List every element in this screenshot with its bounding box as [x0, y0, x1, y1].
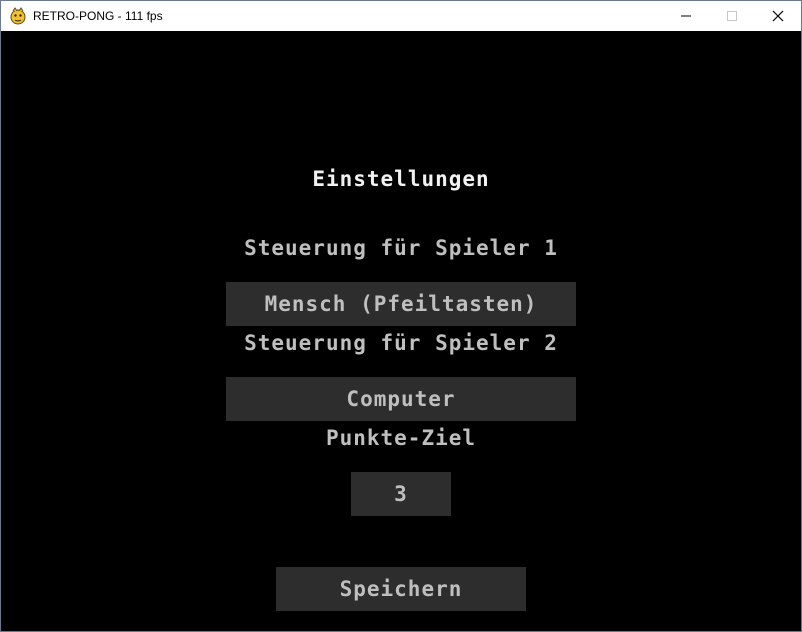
points-target-label: Punkte-Ziel — [325, 426, 477, 450]
window-controls — [663, 1, 801, 31]
app-window: RETRO-PONG - 111 fps Einstellungen Steue… — [0, 0, 802, 632]
close-icon — [772, 10, 784, 22]
save-button-label: Speichern — [339, 577, 463, 601]
game-canvas: Einstellungen Steuerung für Spieler 1 Me… — [1, 31, 801, 631]
player1-control-label: Steuerung für Spieler 1 — [244, 236, 558, 260]
player1-control-button[interactable]: Mensch (Pfeiltasten) — [226, 282, 576, 326]
title-bar[interactable]: RETRO-PONG - 111 fps — [1, 1, 801, 31]
pygame-snake-icon — [10, 7, 26, 25]
minimize-button[interactable] — [663, 1, 709, 31]
window-title: RETRO-PONG - 111 fps — [33, 9, 163, 23]
settings-heading: Einstellungen — [312, 167, 490, 191]
player2-control-value: Computer — [346, 387, 456, 411]
player2-control-button[interactable]: Computer — [226, 377, 576, 421]
maximize-icon — [727, 11, 737, 21]
player1-control-value: Mensch (Pfeiltasten) — [264, 292, 538, 316]
points-target-value: 3 — [394, 482, 408, 506]
points-target-button[interactable]: 3 — [351, 472, 451, 516]
maximize-button[interactable] — [709, 1, 755, 31]
player2-control-label: Steuerung für Spieler 2 — [244, 331, 558, 355]
minimize-icon — [681, 15, 691, 17]
close-button[interactable] — [755, 1, 801, 31]
save-button[interactable]: Speichern — [276, 567, 526, 611]
